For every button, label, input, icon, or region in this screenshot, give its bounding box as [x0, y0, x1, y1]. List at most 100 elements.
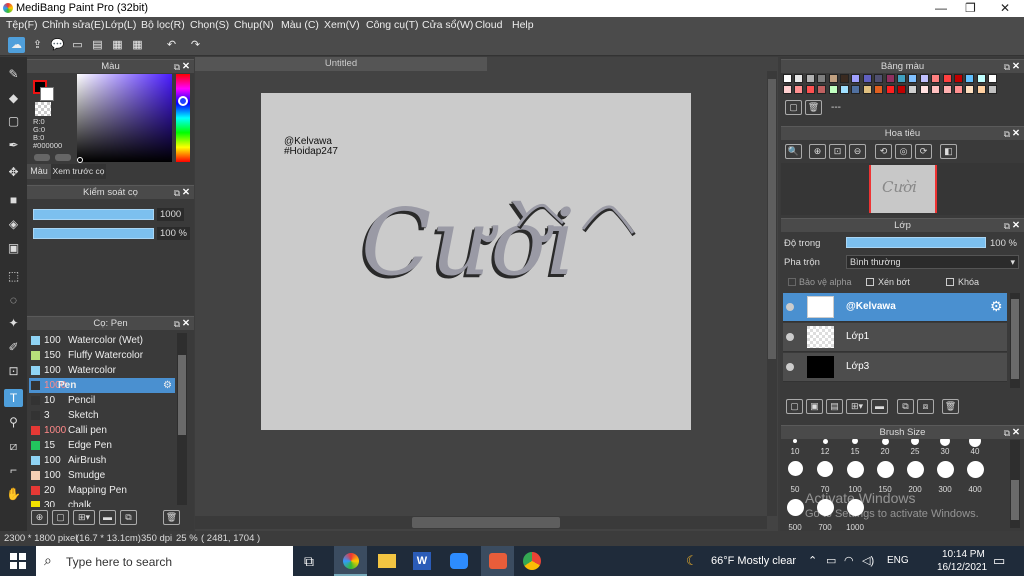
windows-start-icon[interactable] — [10, 553, 26, 569]
detach-icon[interactable]: ⧉ — [1004, 426, 1010, 440]
brush-opacity-slider[interactable] — [33, 228, 154, 239]
detach-icon[interactable]: ⧉ — [174, 317, 180, 331]
comment-icon[interactable]: ▭ — [69, 37, 86, 53]
text-tool-icon[interactable]: T — [4, 389, 23, 407]
palette-swatch[interactable] — [908, 74, 918, 83]
panel-close-icon[interactable]: ✕ — [182, 186, 190, 200]
brush-list-scrollbar[interactable] — [177, 333, 187, 505]
panel-close-icon[interactable]: ✕ — [1012, 127, 1020, 141]
operation-tool-icon[interactable]: ⚲ — [4, 413, 23, 431]
sv-cursor[interactable] — [77, 157, 83, 163]
palette-swatch[interactable] — [851, 85, 861, 94]
brush-size-dot[interactable] — [822, 439, 828, 444]
gradient-tool-icon[interactable]: ▣ — [4, 239, 23, 257]
brush-size-value[interactable]: 1000 — [157, 208, 185, 221]
detach-icon[interactable]: ⧉ — [1004, 219, 1010, 233]
layer-opacity-track[interactable] — [846, 237, 986, 248]
menu-layer[interactable]: Lớp(L) — [105, 19, 136, 31]
task-view-icon[interactable]: ⧉ — [304, 553, 314, 570]
palette-swatch[interactable] — [931, 85, 941, 94]
palette-swatch[interactable] — [988, 74, 998, 83]
brush-list-item[interactable]: 1000 Calli pen — [29, 423, 175, 438]
rotate-left-icon[interactable]: ⟲ — [875, 144, 892, 159]
brush-opacity-value[interactable]: 100 % — [157, 227, 190, 240]
palette-swatch[interactable] — [988, 85, 998, 94]
select-rect-icon[interactable]: ⬚ — [4, 267, 23, 285]
brush-size-dot[interactable] — [787, 461, 803, 476]
new-layer-icon[interactable]: ▢ — [786, 399, 803, 414]
canvas-horizontal-scrollbar[interactable] — [195, 516, 767, 529]
word-icon[interactable]: W — [413, 552, 431, 570]
palette-swatch[interactable] — [817, 85, 827, 94]
panel-close-icon[interactable]: ✕ — [1012, 219, 1020, 233]
clock-date[interactable]: 16/12/2021 — [937, 562, 987, 573]
detach-icon[interactable]: ⧉ — [1004, 127, 1010, 141]
palette-swatch[interactable] — [862, 85, 872, 94]
visibility-icon[interactable] — [786, 363, 794, 371]
palette-swatch[interactable] — [840, 85, 849, 94]
dot-tool-icon[interactable]: ▢ — [4, 112, 23, 130]
notification-icon[interactable]: ▭ — [993, 553, 1005, 569]
palette-swatch[interactable] — [965, 85, 975, 94]
palette-swatch[interactable] — [805, 85, 815, 94]
palette-swatch[interactable] — [897, 85, 906, 94]
brush-size-dot[interactable] — [881, 439, 889, 445]
brush-list-item[interactable]: 100 Watercolor — [29, 363, 175, 378]
palette-swatch[interactable] — [828, 74, 838, 83]
menu-color[interactable]: Màu (C) — [281, 19, 319, 31]
delete-brush-icon[interactable]: 🗑 — [163, 510, 180, 525]
redo-icon[interactable]: ↷ — [187, 37, 204, 53]
minimize-button[interactable]: — — [935, 1, 947, 15]
brush-size-dot[interactable] — [936, 461, 954, 478]
detach-icon[interactable]: ⧉ — [174, 60, 180, 74]
select-eraser-icon[interactable]: ⊡ — [4, 362, 23, 380]
brush-list-item[interactable]: 3 Sketch — [29, 408, 175, 423]
layer-settings-icon[interactable]: ⚙ — [990, 298, 1003, 315]
weather-text[interactable]: 66°F Mostly clear — [711, 555, 796, 567]
new-palette-icon[interactable]: ▢ — [785, 100, 802, 115]
menu-file[interactable]: Tệp(F) — [6, 19, 38, 31]
move-tool-icon[interactable]: ✥ — [4, 163, 23, 181]
bucket-tool-icon[interactable]: ◈ — [4, 215, 23, 233]
menu-select[interactable]: Chọn(S) — [190, 19, 229, 31]
menu-view[interactable]: Xem(V) — [324, 19, 360, 31]
brush-list-item[interactable]: 100 AirBrush — [29, 453, 175, 468]
brush-size-dot[interactable] — [846, 461, 864, 478]
reset-rotation-icon[interactable]: ◎ — [895, 144, 912, 159]
menu-help[interactable]: Help — [512, 19, 534, 31]
folder-icon[interactable]: ▬ — [99, 510, 116, 525]
palette-swatch[interactable] — [817, 74, 827, 83]
menu-filter[interactable]: Bộ lọc(R) — [141, 19, 185, 31]
duplicate-layer-icon[interactable]: ⧉ — [897, 399, 914, 414]
background-color-swatch[interactable] — [40, 87, 54, 101]
fit-icon[interactable]: ⊡ — [829, 144, 846, 159]
delete-layer-icon[interactable]: 🗑 — [942, 399, 959, 414]
menu-window[interactable]: Cửa sổ(W) — [422, 19, 473, 31]
panel-close-icon[interactable]: ✕ — [1012, 60, 1020, 74]
canvas-vertical-scrollbar[interactable] — [767, 71, 777, 516]
layer-row[interactable]: @Kelvawa ⚙ — [783, 293, 1007, 322]
clock-time[interactable]: 10:14 PM — [942, 549, 985, 560]
layer-row[interactable]: Lớp1 — [783, 323, 1007, 352]
close-button[interactable]: ✕ — [1000, 1, 1010, 15]
drawing-canvas[interactable]: @Kelvawa #Hoidap247 Cười — [261, 93, 691, 430]
panel-close-icon[interactable]: ✕ — [182, 317, 190, 331]
hue-cursor[interactable] — [178, 96, 188, 106]
detach-icon[interactable]: ⧉ — [174, 186, 180, 200]
palette-swatch[interactable] — [908, 85, 918, 94]
brush-size-dot[interactable] — [817, 461, 833, 477]
color-mode-button-2[interactable] — [55, 154, 71, 161]
network-icon[interactable]: ▭ — [826, 554, 836, 567]
visibility-icon[interactable] — [786, 333, 794, 341]
new-1bit-layer-icon[interactable]: ▤ — [826, 399, 843, 414]
palette-swatch[interactable] — [862, 74, 872, 83]
palette-swatch[interactable] — [885, 85, 895, 94]
detach-icon[interactable]: ⧉ — [1004, 60, 1010, 74]
blend-mode-select[interactable]: Bình thường ▾ — [846, 255, 1019, 269]
palette-swatch[interactable] — [851, 74, 861, 83]
brush-list-item[interactable]: 1000 Pen ⚙ — [29, 378, 175, 393]
speech-bubble-icon[interactable]: 💬 — [49, 37, 66, 53]
brush-size-slider[interactable] — [33, 209, 154, 220]
layer-row[interactable]: Lớp3 — [783, 353, 1007, 382]
volume-icon[interactable]: ◁) — [862, 554, 874, 567]
